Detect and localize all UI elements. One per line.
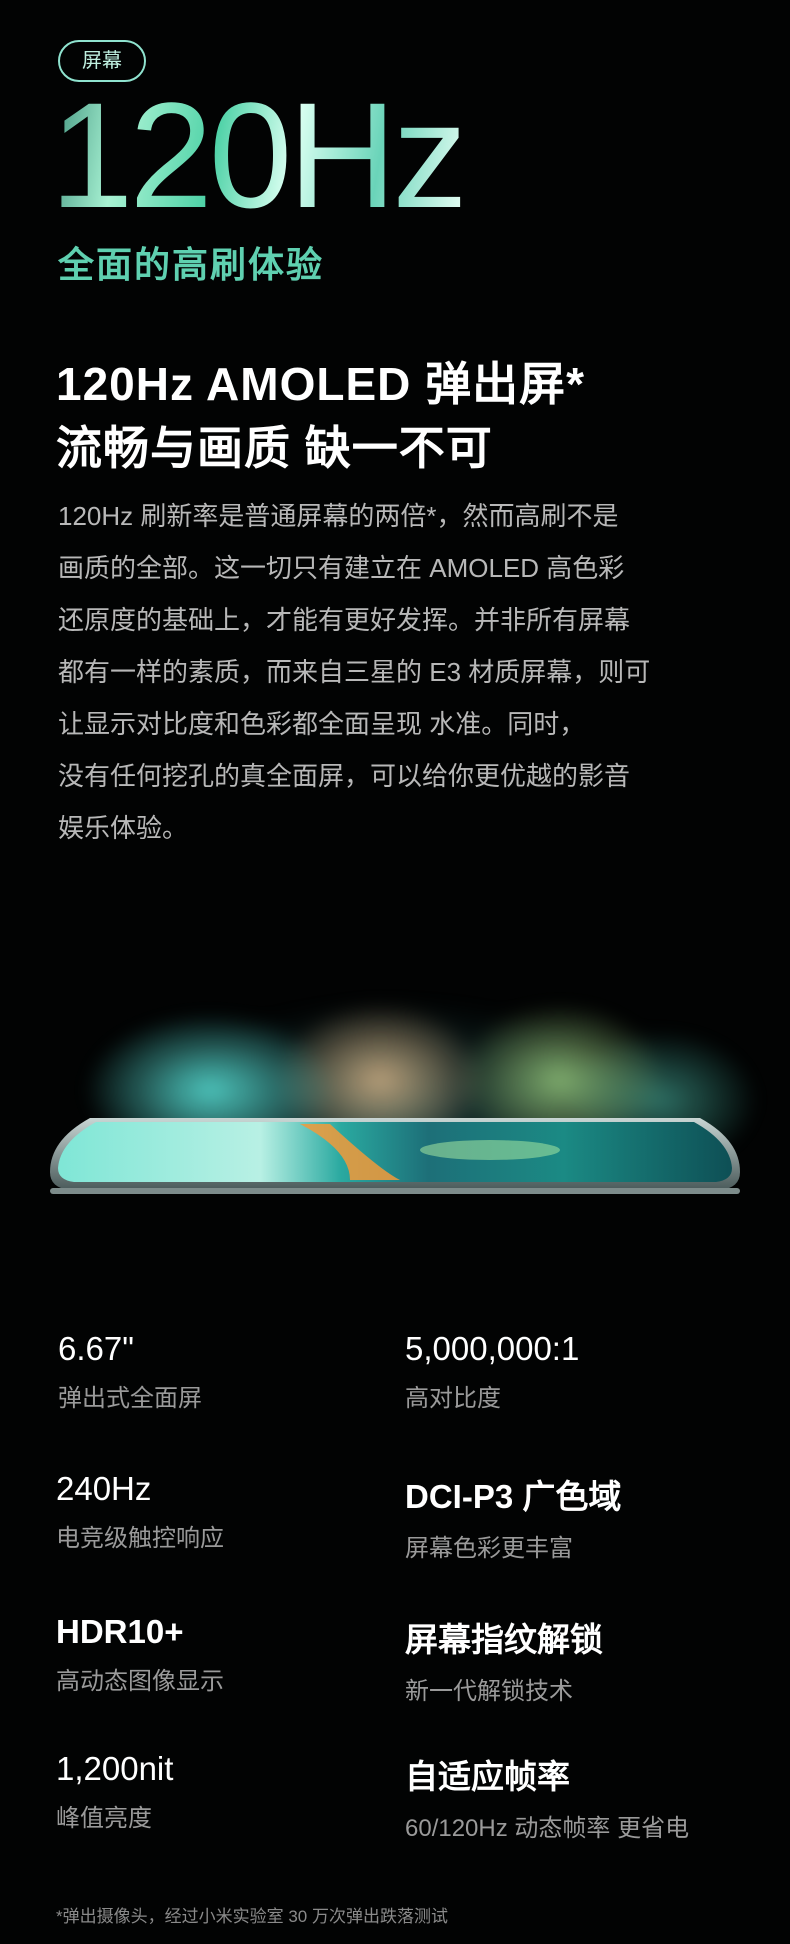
spec-value: 屏幕指纹解锁 [405, 1621, 603, 1658]
phone-image [50, 1118, 740, 1194]
spec-label: 新一代解锁技术 [405, 1678, 573, 1705]
spec-item: 6.67" 弹出式全面屏 [58, 1330, 398, 1413]
body-line: 还原度的基础上，才能有更好发挥。并非所有屏幕 [58, 605, 631, 635]
spec-value: 自适应帧率 [405, 1758, 570, 1795]
spec-label: 电竞级触控响应 [56, 1525, 224, 1552]
hero-subtitle: 全面的高刷体验 [58, 244, 325, 285]
body-line: 让显示对比度和色彩都全面呈现 水准。同时， [58, 709, 586, 739]
spec-item: 5,000,000:1 高对比度 [405, 1330, 745, 1413]
spec-value: 1,200nit [56, 1750, 174, 1787]
spec-value: 5,000,000:1 [405, 1330, 580, 1367]
spec-label: 屏幕色彩更丰富 [405, 1535, 573, 1562]
spec-value: 240Hz [56, 1470, 152, 1507]
body-line: 娱乐体验。 [58, 813, 189, 843]
spec-value: 6.67" [58, 1330, 134, 1367]
body-line: 都有一样的素质，而来自三星的 E3 材质屏幕，则可 [58, 657, 651, 687]
spec-value: DCI-P3 广色域 [405, 1478, 622, 1515]
headline-line-1: 120Hz AMOLED 弹出屏* [56, 358, 586, 410]
body-line: 没有任何挖孔的真全面屏，可以给你更优越的影音 [58, 761, 631, 791]
spec-label: 60/120Hz 动态帧率 更省电 [405, 1815, 690, 1842]
spec-item: 自适应帧率 60/120Hz 动态帧率 更省电 [405, 1750, 745, 1843]
spec-label: 高对比度 [405, 1385, 501, 1412]
hero-title: 120Hz [50, 71, 468, 239]
headline-line-2: 流畅与画质 缺一不可 [56, 422, 493, 474]
body-line: 画质的全部。这一切只有建立在 AMOLED 高色彩 [58, 553, 625, 583]
spec-item: HDR10+ 高动态图像显示 [56, 1613, 396, 1696]
spec-value: HDR10+ [56, 1613, 184, 1650]
footnote: *弹出摄像头，经过小米实验室 30 万次弹出跌落测试 [56, 1907, 448, 1926]
spec-item: 屏幕指纹解锁 新一代解锁技术 [405, 1613, 745, 1706]
spec-item: 240Hz 电竞级触控响应 [56, 1470, 396, 1553]
spec-label: 高动态图像显示 [56, 1668, 224, 1695]
body-line: 120Hz 刷新率是普通屏幕的两倍*，然而高刷不是 [58, 501, 619, 531]
spec-label: 弹出式全面屏 [58, 1385, 202, 1412]
body-paragraph: 120Hz 刷新率是普通屏幕的两倍*，然而高刷不是 画质的全部。这一切只有建立在… [58, 490, 748, 854]
spec-item: DCI-P3 广色域 屏幕色彩更丰富 [405, 1470, 745, 1563]
spec-item: 1,200nit 峰值亮度 [56, 1750, 396, 1833]
spec-label: 峰值亮度 [56, 1805, 152, 1832]
